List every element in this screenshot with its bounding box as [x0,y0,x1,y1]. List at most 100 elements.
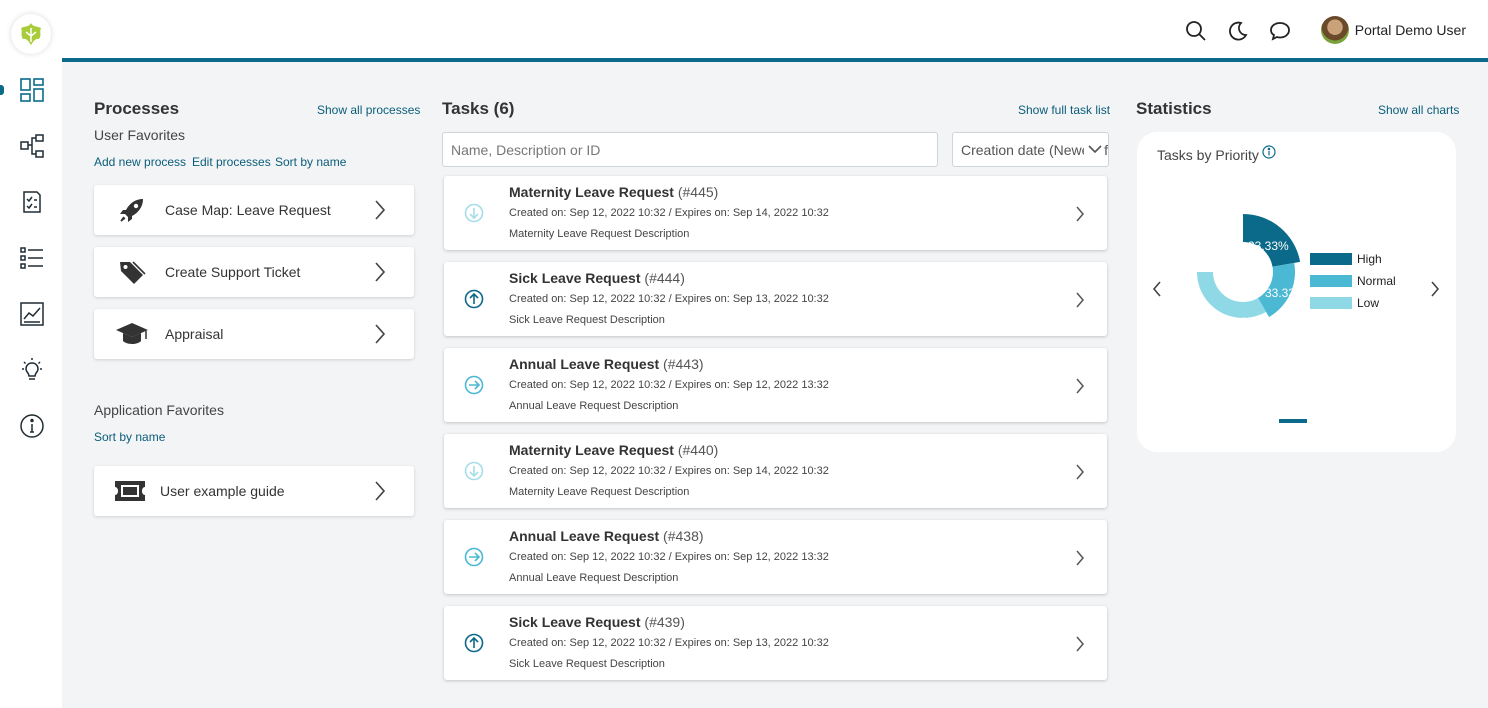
task-sort-select[interactable]: Creation date (Newest first) [952,132,1109,167]
logo[interactable] [11,14,51,54]
user-name: Portal Demo User [1354,22,1466,38]
task-description: Sick Leave Request Description [509,658,665,670]
application-label: User example guide [160,483,285,499]
dashboard-main: Processes Show all processes User Favori… [62,62,1488,708]
application-item[interactable]: User example guide [94,466,414,516]
nav-statistics[interactable] [17,299,47,329]
legend-swatch [1310,253,1352,265]
task-card[interactable]: Sick Leave Request (#444) Created on: Sep… [444,262,1107,336]
task-description: Maternity Leave Request Description [509,486,690,498]
process-item[interactable]: Case Map: Leave Request [94,185,414,235]
user-favorites-label: User Favorites [94,127,186,143]
task-dates: Created on: Sep 12, 2022 10:32 / Expires… [509,293,829,305]
process-item[interactable]: Appraisal [94,309,414,359]
priority-high-arrow-up-icon [464,289,484,309]
tags-icon [114,257,150,287]
nav-processes[interactable] [17,131,47,161]
task-card[interactable]: Annual Leave Request (#443) Created on: S… [444,348,1107,422]
legend-label: Normal [1357,274,1396,288]
process-label: Case Map: Leave Request [165,202,331,218]
task-title: Annual Leave Request (#443) [509,356,704,372]
processes-title: Processes [94,99,180,118]
task-dates: Created on: Sep 12, 2022 10:32 / Expires… [509,207,829,219]
chevron-right-icon [1075,291,1085,314]
task-card[interactable]: Annual Leave Request (#438) Created on: S… [444,520,1107,594]
nav-tasks[interactable] [17,187,47,217]
user-menu[interactable]: Portal Demo User [1320,16,1466,44]
chevron-right-icon [1075,549,1085,572]
show-all-charts-link[interactable]: Show all charts [1378,103,1459,117]
task-dates: Created on: Sep 12, 2022 10:32 / Expires… [509,637,829,649]
dashboard-icon [20,78,44,102]
process-item[interactable]: Create Support Ticket [94,247,414,297]
task-card[interactable]: Maternity Leave Request (#445) Created on… [444,176,1107,250]
avatar [1320,16,1349,44]
rocket-icon [114,195,150,225]
nav-ideas[interactable] [17,355,47,385]
chevron-down-icon [1084,142,1102,159]
priority-normal-arrow-right-icon [464,375,484,395]
process-flow-icon [20,134,44,158]
nav-dashboard[interactable] [17,75,47,105]
task-description: Annual Leave Request Description [509,400,679,412]
chevron-right-icon [374,323,390,345]
show-all-processes-link[interactable]: Show all processes [317,103,420,117]
info-icon[interactable] [1262,145,1276,164]
chevron-right-icon [374,261,390,283]
dark-mode-toggle[interactable] [1226,19,1250,43]
chart-board-icon [20,302,44,326]
task-card[interactable]: Sick Leave Request (#439) Created on: Sep… [444,606,1107,680]
sort-by-name-link[interactable]: Sort by name [275,155,346,169]
carousel-indicator[interactable] [1279,419,1307,423]
info-icon [20,414,44,438]
legend-item[interactable]: Low [1310,296,1379,310]
task-title: Sick Leave Request (#439) [509,614,685,630]
chevron-right-icon [1431,281,1440,297]
leaf-logo-icon [21,23,41,45]
nav-cases[interactable] [17,243,47,273]
task-name: Maternity Leave Request [509,184,674,200]
donut-slice-label: 33.33% [1248,239,1289,253]
search-button[interactable] [1184,19,1208,43]
task-card[interactable]: Maternity Leave Request (#440) Created on… [444,434,1107,508]
chevron-right-icon [1075,463,1085,486]
chevron-right-icon [374,480,390,502]
task-description: Maternity Leave Request Description [509,228,690,240]
chat-bubble-icon [1270,22,1290,41]
chevron-right-icon [1075,635,1085,658]
chevron-right-icon [1075,377,1085,400]
task-id: (#438) [663,528,704,544]
carousel-next-button[interactable] [1429,280,1441,303]
priority-normal-arrow-right-icon [464,547,484,567]
legend-item[interactable]: Normal [1310,274,1396,288]
chat-button[interactable] [1268,19,1292,43]
statistics-title: Statistics [1136,99,1212,118]
legend-item[interactable]: High [1310,252,1382,266]
application-favorites-label: Application Favorites [94,402,224,418]
edit-processes-link[interactable]: Edit processes [192,155,271,169]
carousel-prev-button[interactable] [1151,280,1163,303]
task-id: (#440) [677,442,719,458]
task-checklist-icon [23,191,41,213]
add-new-process-link[interactable]: Add new process [94,155,186,169]
ticket-icon [112,479,148,503]
donut-slice-low[interactable] [1197,272,1266,318]
chevron-right-icon [1075,205,1085,228]
chevron-left-icon [1152,281,1161,297]
task-title: Annual Leave Request (#438) [509,528,704,544]
task-description: Sick Leave Request Description [509,314,665,326]
active-nav-marker [0,85,4,95]
nav-about[interactable] [17,411,47,441]
list-icon [20,247,43,269]
app-sort-by-name-link[interactable]: Sort by name [94,430,165,444]
task-search-input[interactable] [442,132,938,167]
task-id: (#444) [644,270,685,286]
legend-swatch [1310,297,1352,309]
task-description: Annual Leave Request Description [509,572,679,584]
task-title: Maternity Leave Request (#440) [509,442,718,458]
task-dates: Created on: Sep 12, 2022 10:32 / Expires… [509,551,829,563]
priority-low-arrow-down-icon [464,461,484,481]
chevron-right-icon [374,199,390,221]
priority-low-arrow-down-icon [464,203,484,223]
show-full-task-list-link[interactable]: Show full task list [1018,103,1110,117]
